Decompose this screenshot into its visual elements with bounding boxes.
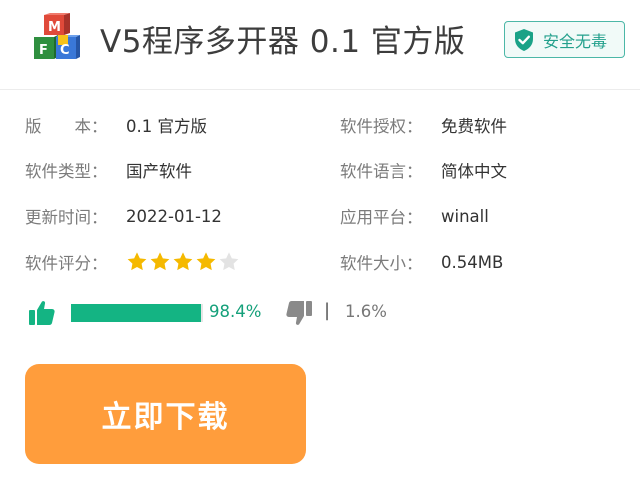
download-button[interactable]: 立即下载	[25, 364, 306, 464]
info-size-label: 软件大小：	[340, 254, 423, 273]
info-platform-value: winall	[441, 206, 489, 226]
approval-bar-fill	[71, 304, 201, 322]
logo-letter-m: M	[48, 20, 61, 35]
star-filled-icon	[173, 252, 193, 271]
star-rating	[126, 251, 240, 273]
info-language: 软件语言： 简体中文	[340, 158, 507, 182]
safe-badge: 安全无毒	[504, 21, 625, 58]
shield-check-icon	[515, 28, 533, 51]
info-version: 版 本： 0.1 官方版	[25, 113, 207, 137]
star-filled-icon	[196, 252, 216, 271]
safe-badge-label: 安全无毒	[543, 31, 608, 51]
color-cubes-logo: M F C	[34, 13, 80, 59]
info-type-label: 软件类型：	[25, 162, 108, 181]
info-updated: 更新时间： 2022-01-12	[25, 204, 222, 228]
info-score: 软件评分：	[25, 250, 240, 274]
info-platform: 应用平台： winall	[340, 204, 489, 228]
info-type-value: 国产软件	[126, 162, 192, 181]
star-empty-icon	[219, 252, 239, 271]
app-title: V5程序多开器 0.1 官方版	[100, 24, 466, 60]
info-updated-label: 更新时间：	[25, 208, 108, 227]
info-type: 软件类型： 国产软件	[25, 158, 192, 182]
star-filled-icon	[150, 252, 170, 271]
info-license-label: 软件授权：	[340, 117, 423, 136]
info-size-value: 0.54MB	[441, 252, 504, 272]
header: M F C V5程序多开器 0.1 官方版 安全无毒	[0, 0, 640, 82]
info-language-value: 简体中文	[441, 162, 507, 181]
info-license-value: 免费软件	[441, 117, 507, 136]
disapproval-percent: 1.6%	[345, 302, 387, 321]
logo-letter-c: C	[60, 43, 70, 58]
logo-letter-f: F	[39, 43, 48, 58]
info-platform-label: 应用平台：	[340, 208, 423, 227]
header-divider	[0, 89, 640, 90]
info-size: 软件大小： 0.54MB	[340, 250, 503, 274]
info-version-value: 0.1 官方版	[126, 117, 207, 136]
thumbs-up-icon[interactable]	[28, 299, 56, 327]
user-rating: 98.4% | 1.6%	[28, 296, 428, 330]
info-updated-value: 2022-01-12	[126, 206, 222, 226]
approval-percent: 98.4%	[209, 302, 262, 321]
star-filled-icon	[127, 252, 147, 271]
rating-separator: |	[324, 300, 331, 321]
thumbs-down-icon[interactable]	[285, 299, 313, 327]
info-score-label: 软件评分：	[25, 254, 108, 273]
info-license: 软件授权： 免费软件	[340, 113, 507, 137]
approval-bar	[71, 304, 203, 322]
info-version-label: 版 本：	[25, 117, 108, 136]
info-language-label: 软件语言：	[340, 162, 423, 181]
